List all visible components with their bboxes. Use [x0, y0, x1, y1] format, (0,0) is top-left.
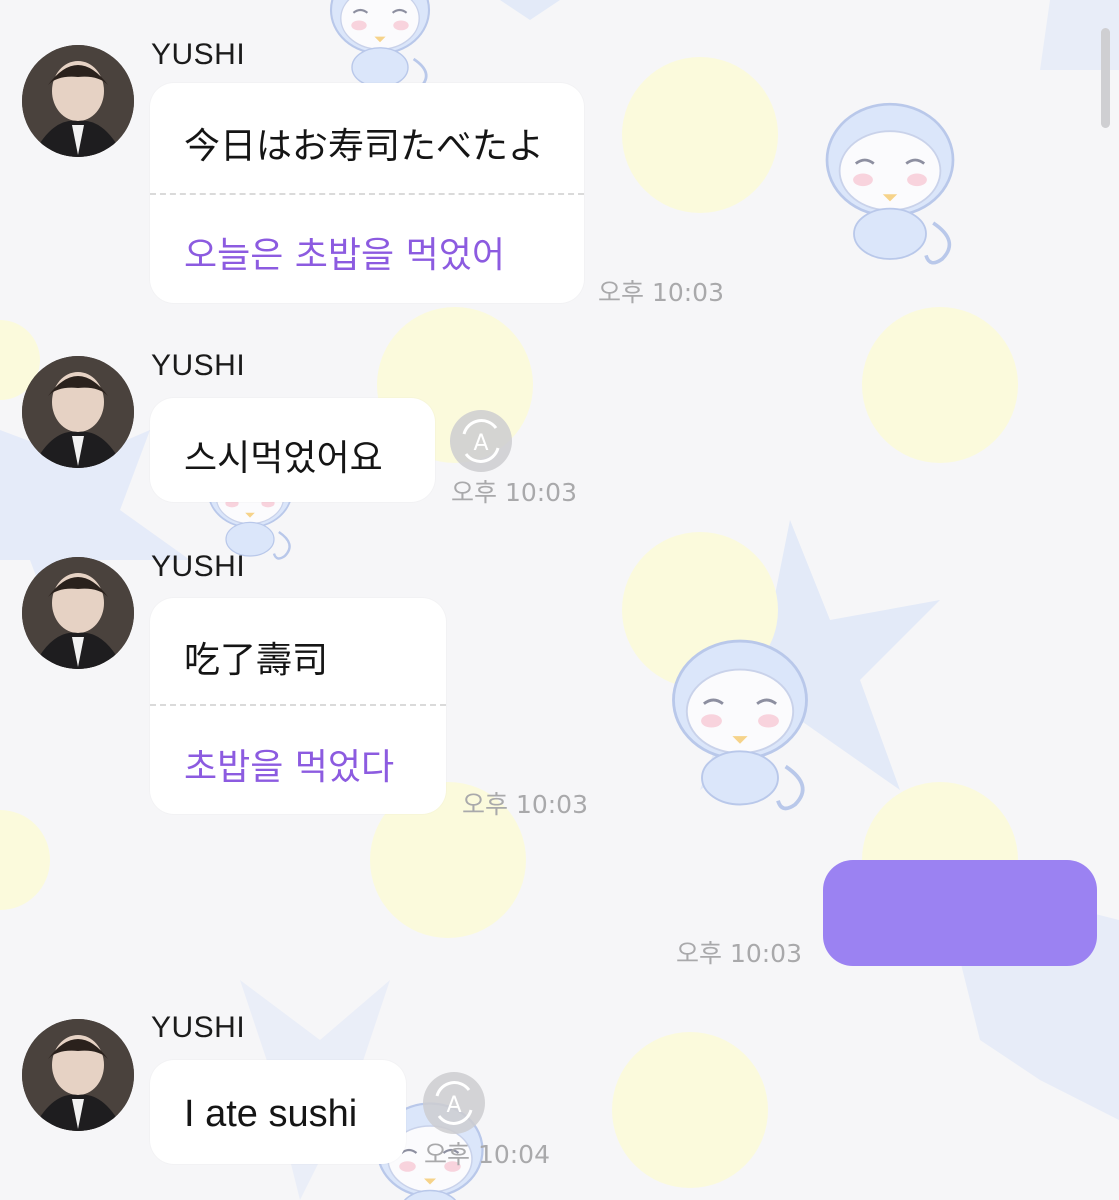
svg-text:A: A — [446, 1093, 461, 1118]
svg-text:A: A — [473, 431, 488, 456]
message-timestamp: 오후 10:04 — [424, 1140, 550, 1169]
sender-name: YUSHI — [151, 1011, 246, 1044]
translated-text: 오늘은 초밥을 먹었어 — [184, 235, 505, 276]
avatar[interactable] — [22, 356, 134, 468]
avatar[interactable] — [22, 557, 134, 669]
message-timestamp: 오후 10:03 — [676, 939, 802, 968]
translated-text: 초밥을 먹었다 — [184, 747, 395, 788]
sender-name: YUSHI — [151, 349, 246, 382]
message-text: 스시먹었어요 — [184, 438, 383, 479]
sender-name: YUSHI — [151, 38, 246, 71]
message-text: I ate sushi — [184, 1093, 358, 1135]
auto-translate-icon[interactable]: A — [423, 1072, 485, 1134]
message-text: 今日はお寿司たべたよ — [184, 126, 545, 167]
message-text: 吃了壽司 — [184, 640, 329, 681]
translation-divider — [150, 193, 584, 195]
message-timestamp: 오후 10:03 — [598, 278, 724, 307]
sender-name: YUSHI — [151, 550, 246, 583]
translation-divider — [150, 704, 446, 706]
sent-message-bubble[interactable] — [823, 860, 1097, 966]
auto-translate-icon[interactable]: A — [450, 410, 512, 472]
avatar[interactable] — [22, 1019, 134, 1131]
message-timestamp: 오후 10:03 — [462, 790, 588, 819]
message-timestamp: 오후 10:03 — [451, 478, 577, 507]
scrollbar[interactable] — [1101, 28, 1110, 128]
avatar[interactable] — [22, 45, 134, 157]
